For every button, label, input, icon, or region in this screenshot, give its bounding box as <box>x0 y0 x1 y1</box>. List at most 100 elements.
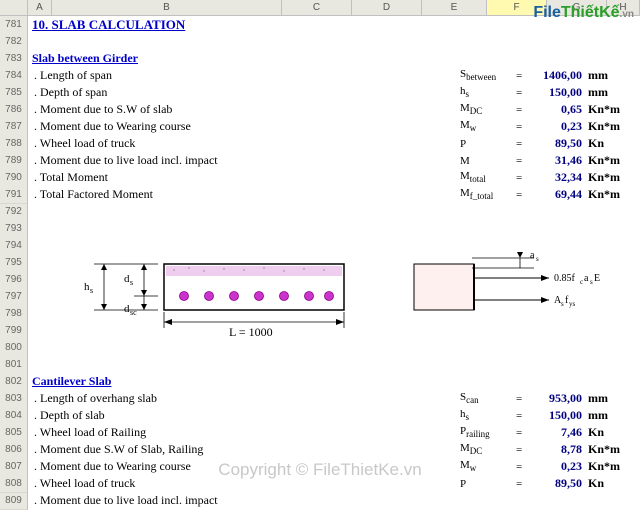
svg-text:s: s <box>130 278 133 287</box>
value-cell: 32,34 <box>528 170 582 185</box>
row-number[interactable]: 785 <box>0 84 28 102</box>
grid-row[interactable]: 782 <box>0 33 640 50</box>
row-number[interactable]: 800 <box>0 339 28 357</box>
equals-sign: = <box>516 104 522 116</box>
row-number[interactable]: 790 <box>0 169 28 187</box>
grid-row[interactable]: 783 Slab between Girder <box>0 50 640 67</box>
value-cell: 89,50 <box>528 136 582 151</box>
subsection-link[interactable]: Slab between Girder <box>32 51 138 66</box>
grid-row[interactable]: 787. Moment due to Wearing courseMw=0,23… <box>0 118 640 135</box>
svg-text:s: s <box>561 300 564 308</box>
grid-row[interactable]: 786. Moment due to S.W of slabMDC=0,65Kn… <box>0 101 640 118</box>
svg-text:a: a <box>584 273 589 284</box>
unit-cell: mm <box>588 85 608 100</box>
row-number[interactable]: 789 <box>0 152 28 170</box>
grid-row[interactable]: 808. Wheel load of truckP=89,50Kn <box>0 475 640 492</box>
grid-row[interactable]: 784. Length of spanSbetween=1406,00mm <box>0 67 640 84</box>
value-cell: 8,78 <box>528 442 582 457</box>
grid-row[interactable]: 791. Total Factored MomentMf_total=69,44… <box>0 186 640 203</box>
row-number[interactable]: 809 <box>0 492 28 510</box>
row-number[interactable]: 799 <box>0 322 28 340</box>
row-number[interactable]: 786 <box>0 101 28 119</box>
svg-text:c: c <box>580 278 583 286</box>
row-label: . Moment due to S.W of slab <box>34 102 172 117</box>
grid-row[interactable]: 792 <box>0 203 640 220</box>
row-number[interactable]: 808 <box>0 475 28 493</box>
equals-sign: = <box>516 444 522 456</box>
unit-cell: Kn*m <box>588 153 620 168</box>
value-cell: 0,23 <box>528 119 582 134</box>
grid-row[interactable]: 790. Total MomentMtotal=32,34Kn*m <box>0 169 640 186</box>
grid-row[interactable]: 785. Depth of spanhs=150,00mm <box>0 84 640 101</box>
row-number[interactable]: 784 <box>0 67 28 85</box>
row-number[interactable]: 782 <box>0 33 28 51</box>
row-number[interactable]: 804 <box>0 407 28 425</box>
value-cell: 1406,00 <box>528 68 582 83</box>
row-number[interactable]: 803 <box>0 390 28 408</box>
col-header-A[interactable]: A <box>28 0 52 15</box>
equals-sign: = <box>516 155 522 167</box>
equals-sign: = <box>516 70 522 82</box>
row-number[interactable]: 794 <box>0 237 28 255</box>
col-header-E[interactable]: E <box>422 0 487 15</box>
row-number[interactable]: 781 <box>0 16 28 34</box>
grid-row[interactable]: 789 . Moment due to live load incl. impac… <box>0 152 640 169</box>
subsection-link[interactable]: Cantilever Slab <box>32 374 111 389</box>
watermark-logo: FileThiếtKế.vn <box>533 4 634 22</box>
grid-row[interactable]: 804. Depth of slabhs=150,00mm <box>0 407 640 424</box>
row-number[interactable]: 797 <box>0 288 28 306</box>
svg-text:L = 1000: L = 1000 <box>229 325 273 339</box>
row-number[interactable]: 807 <box>0 458 28 476</box>
col-header-D[interactable]: D <box>352 0 422 15</box>
symbol-cell: M <box>460 155 470 167</box>
unit-cell: mm <box>588 391 608 406</box>
row-number[interactable]: 795 <box>0 254 28 272</box>
row-number[interactable]: 802 <box>0 373 28 391</box>
equals-sign: = <box>516 138 522 150</box>
symbol-cell: Mtotal <box>460 170 486 184</box>
row-label: . Moment due to Wearing course <box>34 459 191 474</box>
slab-diagram: hs ds dsc L = 1000 as 0.85fcasE Asfys <box>54 250 614 350</box>
unit-cell: Kn*m <box>588 187 620 202</box>
row-number[interactable]: 806 <box>0 441 28 459</box>
row-label: . Moment due to live load incl. impact <box>34 153 218 168</box>
row-number[interactable]: 801 <box>0 356 28 374</box>
equals-sign: = <box>516 121 522 133</box>
grid-row[interactable]: 809. Moment due to live load incl. impac… <box>0 492 640 509</box>
row-number[interactable]: 805 <box>0 424 28 442</box>
value-cell: 150,00 <box>528 408 582 423</box>
grid-row[interactable]: 806. Moment due S.W of Slab, RailingMDC=… <box>0 441 640 458</box>
symbol-cell: Sbetween <box>460 68 496 82</box>
row-label: . Moment due to Wearing course <box>34 119 191 134</box>
row-number[interactable]: 783 <box>0 50 28 68</box>
row-number[interactable]: 793 <box>0 220 28 238</box>
row-number[interactable]: 796 <box>0 271 28 289</box>
row-number[interactable]: 787 <box>0 118 28 136</box>
row-label: . Wheel load of truck <box>34 136 135 151</box>
row-number[interactable]: 792 <box>0 203 28 221</box>
unit-cell: Kn <box>588 476 604 491</box>
row-number[interactable]: 798 <box>0 305 28 323</box>
unit-cell: mm <box>588 408 608 423</box>
grid-row[interactable]: 803. Length of overhang slabScan=953,00m… <box>0 390 640 407</box>
value-cell: 31,46 <box>528 153 582 168</box>
section-title-link[interactable]: 10. SLAB CALCULATION <box>32 17 185 33</box>
col-header-B[interactable]: B <box>52 0 282 15</box>
row-label: . Wheel load of truck <box>34 476 135 491</box>
row-number[interactable]: 791 <box>0 186 28 204</box>
equals-sign: = <box>516 189 522 201</box>
grid-row[interactable]: 805. Wheel load of RailingPrailing=7,46K… <box>0 424 640 441</box>
grid-row[interactable]: 788. Wheel load of truckP=89,50Kn <box>0 135 640 152</box>
svg-text:s: s <box>536 255 539 263</box>
svg-text:s: s <box>90 286 93 295</box>
grid-row[interactable]: 793 <box>0 220 640 237</box>
grid-row[interactable]: 807. Moment due to Wearing courseMw=0,23… <box>0 458 640 475</box>
col-header-C[interactable]: C <box>282 0 352 15</box>
grid-row[interactable]: 802 Cantilever Slab <box>0 373 640 390</box>
unit-cell: mm <box>588 68 608 83</box>
row-number[interactable]: 788 <box>0 135 28 153</box>
symbol-cell: MDC <box>460 442 482 456</box>
grid-row[interactable]: 801 <box>0 356 640 373</box>
symbol-cell: Mf_total <box>460 187 493 201</box>
value-cell: 0,23 <box>528 459 582 474</box>
